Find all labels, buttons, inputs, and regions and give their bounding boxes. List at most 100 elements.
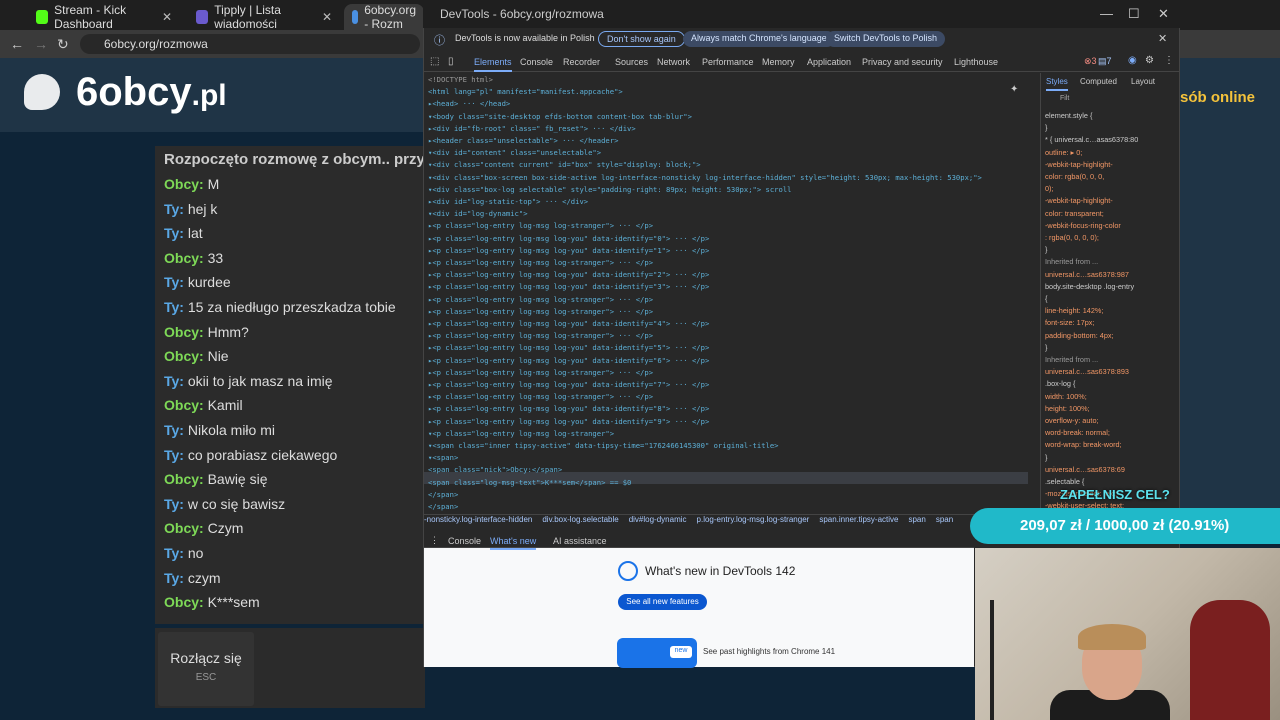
dom-node[interactable]: ▸<p class="log-entry log-msg log-strange… [428,368,653,377]
dom-node[interactable]: ▾<span class="inner tipsy-active" data-t… [428,441,779,450]
style-rule-line[interactable]: * { universal.c…asas6378:80 [1045,135,1138,144]
dom-node[interactable]: ▾<div class="box-log selectable" style="… [428,185,792,194]
dom-node[interactable]: ▸<div id="log-static-top"> ··· </div> [428,197,588,206]
drawer-tab-console[interactable]: Console [448,536,481,546]
accessibility-icon[interactable]: ✦ [1010,84,1018,95]
breadcrumb-item[interactable]: div#log-dynamic [629,515,687,524]
style-rule-line[interactable]: word-break: normal; [1045,428,1110,437]
dom-node[interactable]: ▸<p class="log-entry log-msg log-strange… [428,221,653,230]
style-rule-line[interactable]: color: rgba(0, 0, 0, [1045,172,1104,181]
tab-application[interactable]: Application [807,57,851,67]
style-rule-line[interactable]: } [1045,453,1047,462]
site-logo[interactable]: 6obcy.pl [76,70,227,115]
tab-elements[interactable]: Elements [474,57,512,72]
style-rule-line[interactable]: color: transparent; [1045,209,1104,218]
style-rule-line[interactable]: universal.c…sas6378:893 [1045,367,1129,376]
disconnect-button[interactable]: Rozłącz się ESC [158,632,254,706]
switch-to-polish-button[interactable]: Switch DevTools to Polish [826,31,946,47]
dom-node[interactable]: </span> [428,502,458,511]
tab-console[interactable]: Console [520,57,553,67]
breadcrumb-item[interactable]: span [936,515,953,524]
dom-node[interactable]: ▸<p class="log-entry log-msg log-you" da… [428,234,709,243]
maximize-icon[interactable]: ☐ [1128,6,1140,22]
style-rule-line[interactable]: } [1045,123,1047,132]
style-rule-line[interactable]: -webkit-focus-ring-color [1045,221,1121,230]
style-rule-line[interactable]: Inherited from ... [1045,257,1098,266]
style-rule-line[interactable]: 0); [1045,184,1054,193]
dom-node[interactable]: <span class="log-msg-text">K***sem</span… [428,478,631,487]
dom-node[interactable]: ▾<div class="content current" id="box" s… [428,160,701,169]
dom-node[interactable]: ▸<p class="log-entry log-msg log-you" da… [428,270,709,279]
style-rule-line[interactable]: font-size: 17px; [1045,318,1094,327]
dom-node[interactable]: ▾<div id="log-dynamic"> [428,209,528,218]
tab-performance[interactable]: Performance [702,57,754,67]
tab-lighthouse[interactable]: Lighthouse [954,57,998,67]
see-all-features-button[interactable]: See all new features [618,594,707,610]
style-rule-line[interactable]: line-height: 142%; [1045,306,1103,315]
dom-node[interactable]: ▸<p class="log-entry log-msg log-strange… [428,258,653,267]
inspect-icon[interactable]: ⬚ [430,56,439,67]
dom-node[interactable]: ▸<header class="unselectable"> ··· </hea… [428,136,618,145]
styles-filter-input[interactable]: Filt [1060,95,1069,102]
more-icon[interactable]: ⋮ [1164,55,1174,66]
back-icon[interactable]: ← [10,36,24,52]
browser-tab-kick[interactable]: Stream - Kick Dashboard ✕ [28,3,178,31]
dom-node[interactable]: ▸<p class="log-entry log-msg log-strange… [428,392,653,401]
style-rule-line[interactable]: outline: ▸ 0; [1045,148,1082,157]
dom-node[interactable]: ▸<p class="log-entry log-msg log-strange… [428,295,653,304]
dom-node[interactable]: <html lang="pl" manifest="manifest.appca… [428,87,623,96]
breadcrumb-item[interactable]: span [908,515,925,524]
style-rule-line[interactable]: Inherited from ... [1045,355,1098,364]
device-toolbar-icon[interactable]: ▯ [448,56,454,67]
dom-node[interactable]: ▸<p class="log-entry log-msg log-you" da… [428,343,709,352]
dom-node[interactable]: ▸<p class="log-entry log-msg log-you" da… [428,282,709,291]
dom-node[interactable]: ▸<p class="log-entry log-msg log-you" da… [428,380,709,389]
dom-node[interactable]: ▸<p class="log-entry log-msg log-you" da… [428,319,709,328]
reload-icon[interactable]: ↻ [57,36,69,53]
url-input[interactable]: 6obcy.org/rozmowa [80,34,420,54]
elements-dom-tree[interactable]: <!DOCTYPE html> <html lang="pl" manifest=… [428,73,1028,513]
settings-icon[interactable]: ⚙ [1145,55,1154,66]
style-rule-line[interactable]: element.style { [1045,111,1092,120]
browser-tab-tipply[interactable]: Tipply | Lista wiadomości ✕ [188,3,338,31]
styles-tab-layout[interactable]: Layout [1131,77,1155,86]
breadcrumb-item[interactable]: p.log-entry.log-msg.log-stranger [697,515,810,524]
dom-node[interactable]: ▾<span> [428,453,458,462]
error-count[interactable]: ⊗3 [1084,56,1097,67]
tab-recorder[interactable]: Recorder [563,57,600,67]
style-rule-line[interactable]: height: 100%; [1045,404,1090,413]
dom-node[interactable]: ▸<p class="log-entry log-msg log-strange… [428,331,653,340]
style-rule-line[interactable]: universal.c…sas6378:987 [1045,270,1129,279]
dom-node[interactable]: ▸<p class="log-entry log-msg log-strange… [428,307,653,316]
close-window-icon[interactable]: ✕ [1158,6,1169,22]
dom-node[interactable]: ▾<div id="content" class="unselectable"> [428,148,601,157]
style-rule-line[interactable]: .selectable { [1045,477,1084,486]
tab-network[interactable]: Network [657,57,690,67]
styles-tab-styles[interactable]: Styles [1046,77,1068,91]
close-icon[interactable]: ✕ [322,10,332,24]
style-rule-line[interactable]: -webkit-tap-highlight- [1045,160,1113,169]
style-rule-line[interactable]: { [1045,294,1047,303]
warning-count[interactable]: ▤7 [1098,56,1112,67]
close-infobar-icon[interactable]: ✕ [1158,32,1167,45]
style-rule-line[interactable]: width: 100%; [1045,392,1087,401]
minimize-icon[interactable]: — [1100,6,1113,21]
style-rule-line[interactable]: word-wrap: break-word; [1045,440,1122,449]
style-rule-line[interactable]: } [1045,245,1047,254]
dom-node[interactable]: </span> [428,490,458,499]
style-rule-line[interactable]: universal.c…sas6378:69 [1045,465,1125,474]
dom-node[interactable]: <span class="nick">Obcy:</span> [428,465,562,474]
dom-node[interactable]: ▸<p class="log-entry log-msg log-you" da… [428,356,709,365]
tab-sources[interactable]: Sources [615,57,648,67]
dom-node[interactable]: <!DOCTYPE html> [428,75,493,84]
drawer-tab-ai-assistance[interactable]: AI assistance [553,536,607,546]
ai-icon[interactable]: ◉ [1128,55,1137,66]
tab-memory[interactable]: Memory [762,57,795,67]
drawer-tab-what-s-new[interactable]: What's new [490,536,537,550]
dom-node[interactable]: ▸<p class="log-entry log-msg log-you" da… [428,404,709,413]
style-rule-line[interactable]: .box-log { [1045,379,1075,388]
dom-node[interactable]: ▾<body class="site-desktop efds-bottom c… [428,112,692,121]
past-highlights-link[interactable]: See past highlights from Chrome 141 [703,647,835,656]
styles-tab-computed[interactable]: Computed [1080,77,1117,86]
dom-node[interactable]: ▾<div class="box-screen box-side-active … [428,173,982,182]
